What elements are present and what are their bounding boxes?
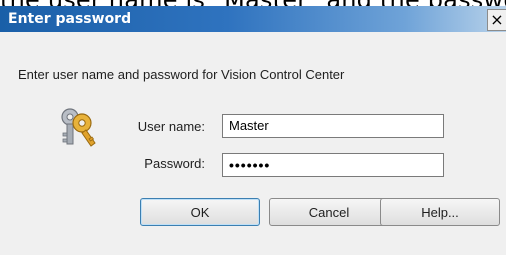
ok-button-label: OK [190,204,210,220]
close-icon: × [490,10,504,29]
instruction-text: Enter user name and password for Vision … [18,67,345,82]
close-button[interactable]: × [487,9,506,31]
cancel-button[interactable]: Cancel [269,198,389,226]
password-label: Password: [144,156,205,171]
keys-icon [61,108,96,147]
cancel-button-label: Cancel [308,204,350,220]
password-input[interactable]: ••••••• [222,153,444,177]
ok-button[interactable]: OK [140,198,260,226]
username-label: User name: [137,119,205,134]
dialog-titlebar[interactable]: Enter password × [0,6,506,32]
enter-password-dialog: Enter password × Enter user name and pas… [0,6,506,255]
help-button[interactable]: Help... [380,198,500,226]
dialog-title: Enter password [8,11,132,27]
gold-key-shape [72,113,96,147]
username-input[interactable]: Master [222,114,444,138]
help-button-label: Help... [421,204,459,220]
